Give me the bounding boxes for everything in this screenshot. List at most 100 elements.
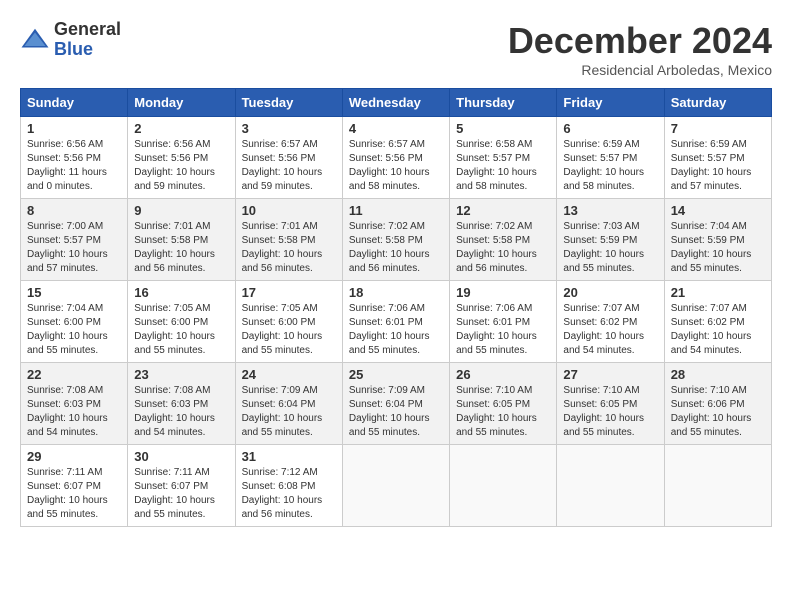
table-row: 4 Sunrise: 6:57 AM Sunset: 5:56 PM Daylig… [342,117,449,199]
table-row: 16 Sunrise: 7:05 AM Sunset: 6:00 PM Dayli… [128,281,235,363]
table-row: 8Sunrise: 7:00 AM Sunset: 5:57 PM Daylig… [21,199,128,281]
day-number: 18 [349,285,443,300]
day-number: 11 [349,203,443,218]
table-row: 27 Sunrise: 7:10 AM Sunset: 6:05 PM Dayli… [557,363,664,445]
day-number: 3 [242,121,336,136]
day-number: 6 [563,121,657,136]
header-row: Sunday Monday Tuesday Wednesday Thursday… [21,89,772,117]
col-tuesday: Tuesday [235,89,342,117]
table-row [450,445,557,527]
day-number: 25 [349,367,443,382]
logo-icon [20,25,50,55]
month-title: December 2024 [508,20,772,62]
calendar-table: Sunday Monday Tuesday Wednesday Thursday… [20,88,772,527]
page-header: General Blue December 2024 Residencial A… [20,20,772,78]
calendar-week-2: 8Sunrise: 7:00 AM Sunset: 5:57 PM Daylig… [21,199,772,281]
day-info: Sunrise: 7:02 AM Sunset: 5:58 PM Dayligh… [349,220,443,276]
day-info: Sunrise: 7:01 AM Sunset: 5:58 PM Dayligh… [134,220,228,276]
day-info: Sunrise: 7:04 AM Sunset: 5:59 PM Dayligh… [671,220,765,276]
col-saturday: Saturday [664,89,771,117]
table-row: 1 Sunrise: 6:56 AM Sunset: 5:56 PM Daylig… [21,117,128,199]
calendar-week-1: 1 Sunrise: 6:56 AM Sunset: 5:56 PM Daylig… [21,117,772,199]
table-row: 15Sunrise: 7:04 AM Sunset: 6:00 PM Dayli… [21,281,128,363]
table-row [664,445,771,527]
day-info: Sunrise: 6:59 AM Sunset: 5:57 PM Dayligh… [563,138,657,194]
day-info: Sunrise: 6:56 AM Sunset: 5:56 PM Dayligh… [134,138,228,194]
day-info: Sunrise: 6:56 AM Sunset: 5:56 PM Dayligh… [27,138,121,194]
day-info: Sunrise: 7:00 AM Sunset: 5:57 PM Dayligh… [27,220,121,276]
table-row: 26Sunrise: 7:10 AM Sunset: 6:05 PM Dayli… [450,363,557,445]
day-number: 21 [671,285,765,300]
day-number: 16 [134,285,228,300]
day-info: Sunrise: 7:06 AM Sunset: 6:01 PM Dayligh… [456,302,550,358]
day-number: 30 [134,449,228,464]
table-row: 11 Sunrise: 7:02 AM Sunset: 5:58 PM Dayli… [342,199,449,281]
day-number: 4 [349,121,443,136]
day-info: Sunrise: 7:08 AM Sunset: 6:03 PM Dayligh… [27,384,121,440]
col-wednesday: Wednesday [342,89,449,117]
table-row: 22Sunrise: 7:08 AM Sunset: 6:03 PM Dayli… [21,363,128,445]
table-row: 12 Sunrise: 7:02 AM Sunset: 5:58 PM Dayli… [450,199,557,281]
table-row: 28 Sunrise: 7:10 AM Sunset: 6:06 PM Dayli… [664,363,771,445]
col-monday: Monday [128,89,235,117]
col-friday: Friday [557,89,664,117]
logo-general: General [54,20,121,40]
day-number: 29 [27,449,121,464]
calendar-header: Sunday Monday Tuesday Wednesday Thursday… [21,89,772,117]
calendar-week-3: 15Sunrise: 7:04 AM Sunset: 6:00 PM Dayli… [21,281,772,363]
table-row: 14 Sunrise: 7:04 AM Sunset: 5:59 PM Dayli… [664,199,771,281]
day-info: Sunrise: 7:10 AM Sunset: 6:05 PM Dayligh… [563,384,657,440]
table-row: 7 Sunrise: 6:59 AM Sunset: 5:57 PM Daylig… [664,117,771,199]
day-info: Sunrise: 7:09 AM Sunset: 6:04 PM Dayligh… [349,384,443,440]
title-block: December 2024 Residencial Arboledas, Mex… [508,20,772,78]
logo-blue: Blue [54,40,121,60]
day-info: Sunrise: 7:10 AM Sunset: 6:06 PM Dayligh… [671,384,765,440]
day-number: 5 [456,121,550,136]
day-number: 13 [563,203,657,218]
day-info: Sunrise: 6:57 AM Sunset: 5:56 PM Dayligh… [349,138,443,194]
day-number: 14 [671,203,765,218]
table-row [557,445,664,527]
table-row: 2Sunrise: 6:56 AM Sunset: 5:56 PM Daylig… [128,117,235,199]
day-info: Sunrise: 7:09 AM Sunset: 6:04 PM Dayligh… [242,384,336,440]
day-number: 1 [27,121,121,136]
day-info: Sunrise: 6:59 AM Sunset: 5:57 PM Dayligh… [671,138,765,194]
table-row: 6 Sunrise: 6:59 AM Sunset: 5:57 PM Daylig… [557,117,664,199]
table-row: 3Sunrise: 6:57 AM Sunset: 5:56 PM Daylig… [235,117,342,199]
calendar-week-5: 29 Sunrise: 7:11 AM Sunset: 6:07 PM Dayli… [21,445,772,527]
day-info: Sunrise: 7:02 AM Sunset: 5:58 PM Dayligh… [456,220,550,276]
table-row: 9Sunrise: 7:01 AM Sunset: 5:58 PM Daylig… [128,199,235,281]
day-info: Sunrise: 7:12 AM Sunset: 6:08 PM Dayligh… [242,466,336,522]
day-info: Sunrise: 7:05 AM Sunset: 6:00 PM Dayligh… [242,302,336,358]
day-info: Sunrise: 7:03 AM Sunset: 5:59 PM Dayligh… [563,220,657,276]
col-sunday: Sunday [21,89,128,117]
day-number: 24 [242,367,336,382]
table-row: 25 Sunrise: 7:09 AM Sunset: 6:04 PM Dayli… [342,363,449,445]
table-row [342,445,449,527]
logo-text: General Blue [54,20,121,60]
day-info: Sunrise: 7:06 AM Sunset: 6:01 PM Dayligh… [349,302,443,358]
day-number: 23 [134,367,228,382]
table-row: 18 Sunrise: 7:06 AM Sunset: 6:01 PM Dayli… [342,281,449,363]
day-info: Sunrise: 7:11 AM Sunset: 6:07 PM Dayligh… [134,466,228,522]
day-number: 17 [242,285,336,300]
day-number: 26 [456,367,550,382]
day-info: Sunrise: 7:07 AM Sunset: 6:02 PM Dayligh… [671,302,765,358]
day-number: 28 [671,367,765,382]
day-number: 7 [671,121,765,136]
day-number: 15 [27,285,121,300]
table-row: 23 Sunrise: 7:08 AM Sunset: 6:03 PM Dayli… [128,363,235,445]
day-number: 27 [563,367,657,382]
day-number: 12 [456,203,550,218]
calendar-body: 1 Sunrise: 6:56 AM Sunset: 5:56 PM Daylig… [21,117,772,527]
day-number: 20 [563,285,657,300]
day-info: Sunrise: 7:08 AM Sunset: 6:03 PM Dayligh… [134,384,228,440]
table-row: 13 Sunrise: 7:03 AM Sunset: 5:59 PM Dayli… [557,199,664,281]
day-info: Sunrise: 6:58 AM Sunset: 5:57 PM Dayligh… [456,138,550,194]
table-row: 19Sunrise: 7:06 AM Sunset: 6:01 PM Dayli… [450,281,557,363]
table-row: 30 Sunrise: 7:11 AM Sunset: 6:07 PM Dayli… [128,445,235,527]
table-row: 24 Sunrise: 7:09 AM Sunset: 6:04 PM Dayli… [235,363,342,445]
table-row: 17 Sunrise: 7:05 AM Sunset: 6:00 PM Dayli… [235,281,342,363]
day-info: Sunrise: 7:07 AM Sunset: 6:02 PM Dayligh… [563,302,657,358]
day-info: Sunrise: 7:05 AM Sunset: 6:00 PM Dayligh… [134,302,228,358]
